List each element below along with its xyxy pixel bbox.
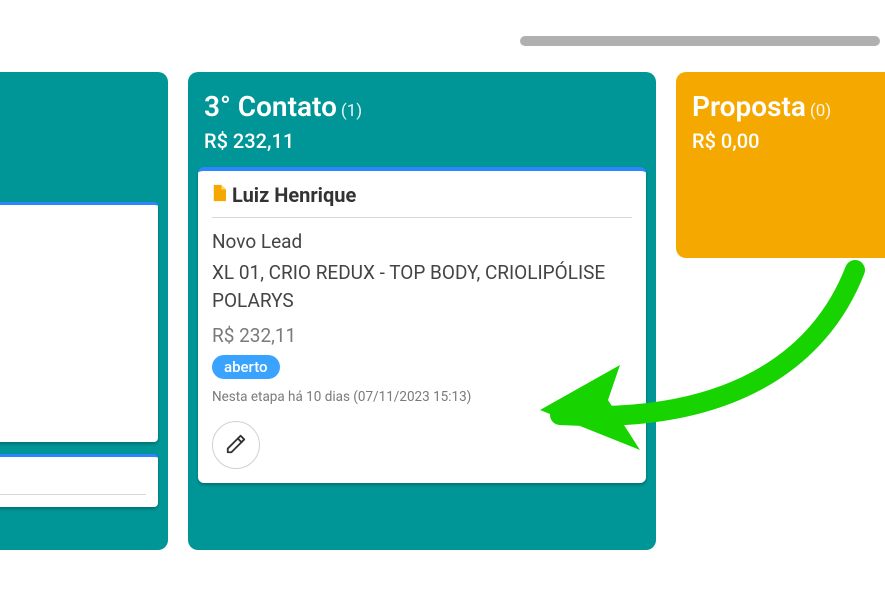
card-title-row: Luiz Henrique	[212, 183, 632, 218]
card-price: R$ 232,11	[212, 324, 632, 347]
card-partial-2[interactable]: a	[0, 454, 158, 507]
column-title-proposta: Proposta	[692, 90, 806, 123]
cards-area-contato: Luiz Henrique Novo Lead XL 01, CRIO REDU…	[198, 167, 646, 536]
column-value: R$ 232,11	[204, 129, 640, 153]
cards-area-left: a	[0, 202, 158, 536]
column-contato: 3° Contato (1) R$ 232,11 Luiz Henrique	[188, 72, 656, 550]
column-header-left	[0, 84, 158, 202]
column-left-partial: a	[0, 72, 168, 550]
card-source: Novo Lead	[212, 230, 632, 253]
card-title: Luiz Henrique	[232, 183, 356, 207]
edit-button[interactable]	[212, 421, 260, 469]
card-partial-2-text: a	[0, 467, 146, 495]
column-proposta: Proposta (0) R$ 0,00	[676, 72, 885, 258]
column-value-proposta: R$ 0,00	[692, 129, 885, 153]
card-partial-1[interactable]	[0, 202, 158, 442]
kanban-board: a 3° Contato (1) R$ 232,11	[0, 72, 885, 550]
lead-card-body: Luiz Henrique Novo Lead XL 01, CRIO REDU…	[198, 171, 646, 483]
horizontal-scrollbar[interactable]	[520, 36, 880, 46]
status-badge: aberto	[212, 355, 280, 379]
card-products: XL 01, CRIO REDUX - TOP BODY, CRIOLIPÓLI…	[212, 259, 632, 314]
file-icon	[212, 184, 226, 206]
pencil-icon	[225, 433, 247, 458]
card-stage-meta: Nesta etapa há 10 dias (07/11/2023 15:13…	[212, 389, 632, 405]
column-title: 3° Contato	[204, 90, 337, 123]
column-count: (1)	[341, 101, 362, 121]
column-header-proposta: Proposta (0) R$ 0,00	[686, 84, 885, 167]
column-count-proposta: (0)	[810, 101, 831, 121]
column-header-contato: 3° Contato (1) R$ 232,11	[198, 84, 646, 167]
lead-card[interactable]: Luiz Henrique Novo Lead XL 01, CRIO REDU…	[198, 167, 646, 483]
